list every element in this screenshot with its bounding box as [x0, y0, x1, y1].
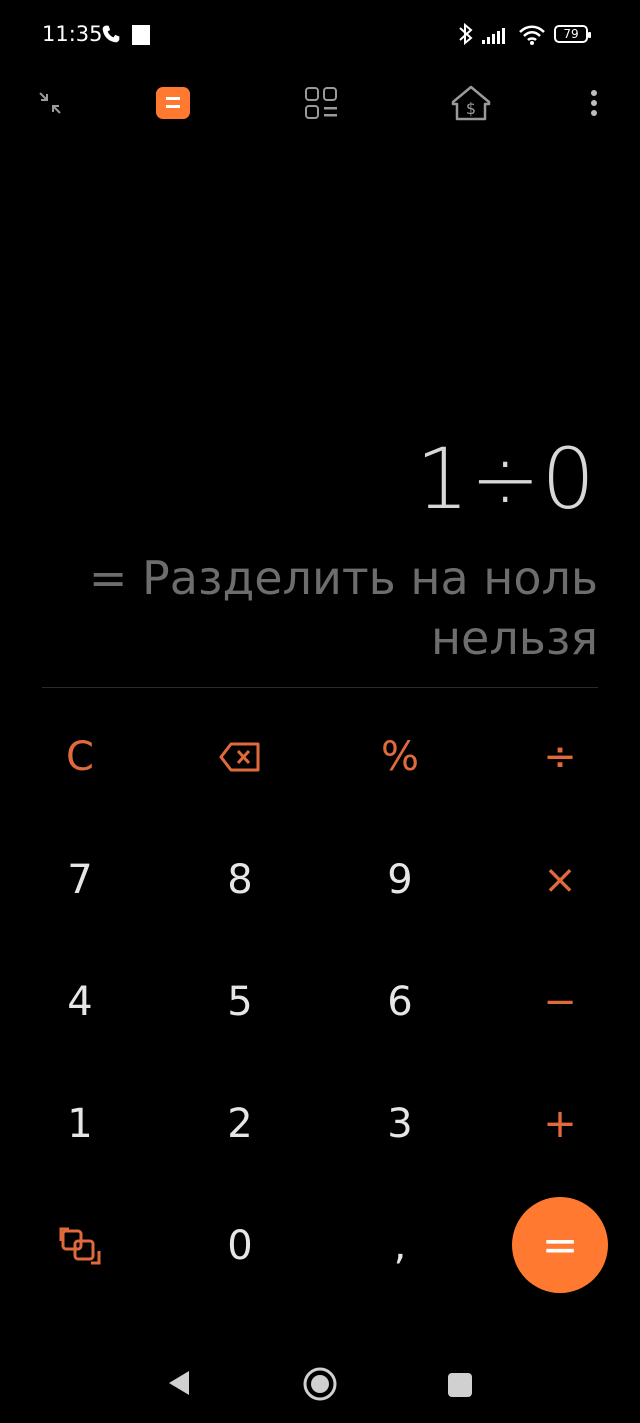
home-circle-icon [303, 1367, 337, 1401]
equals-label: = [541, 1219, 579, 1271]
divide-button[interactable]: ÷ [500, 702, 620, 812]
digit-1-button[interactable]: 1 [20, 1069, 140, 1179]
navigation-bar [0, 1350, 640, 1420]
digit-3-button[interactable]: 3 [340, 1069, 460, 1179]
recents-square-icon [448, 1373, 472, 1397]
collapse-button[interactable] [25, 78, 75, 128]
calculator-mode-button[interactable] [148, 78, 198, 128]
converter-mode-button[interactable] [297, 78, 347, 128]
swap-squares-icon [59, 1227, 101, 1265]
wifi-icon [519, 25, 545, 45]
status-bar: 11:35 79 [0, 0, 640, 70]
digit-2-button[interactable]: 2 [180, 1069, 300, 1179]
back-triangle-icon [169, 1371, 189, 1395]
more-options-button[interactable] [569, 78, 619, 128]
more-vertical-icon [591, 90, 597, 116]
notification-icon [132, 25, 150, 45]
divider [42, 687, 598, 688]
digit-0-button[interactable]: 0 [180, 1191, 300, 1301]
recents-button[interactable] [447, 1372, 473, 1398]
minus-button[interactable]: − [500, 947, 620, 1057]
digit-8-button[interactable]: 8 [180, 825, 300, 935]
toolbar: $ [0, 78, 640, 128]
equals-button[interactable]: = [512, 1197, 608, 1293]
house-dollar-icon: $ [451, 85, 491, 121]
expression-display: 1÷0 [415, 430, 596, 528]
calculator-icon [156, 87, 190, 119]
mortgage-mode-button[interactable]: $ [446, 78, 496, 128]
percent-button[interactable]: % [340, 702, 460, 812]
bluetooth-icon [459, 22, 473, 46]
battery-indicator: 79 [554, 25, 591, 43]
status-time: 11:35 [42, 22, 103, 46]
clear-button[interactable]: C [20, 702, 140, 812]
plus-button[interactable]: + [500, 1069, 620, 1179]
digit-7-button[interactable]: 7 [20, 825, 140, 935]
backspace-icon [219, 742, 260, 772]
svg-text:$: $ [466, 99, 476, 118]
signal-icon [482, 28, 505, 44]
switch-mode-button[interactable] [20, 1191, 140, 1301]
backspace-button[interactable] [180, 702, 300, 812]
collapse-arrows-icon [39, 92, 61, 114]
multiply-button[interactable]: × [500, 825, 620, 935]
digit-4-button[interactable]: 4 [20, 947, 140, 1057]
home-button[interactable] [302, 1366, 338, 1402]
digit-6-button[interactable]: 6 [340, 947, 460, 1057]
grid-icon [305, 87, 337, 119]
digit-5-button[interactable]: 5 [180, 947, 300, 1057]
digit-9-button[interactable]: 9 [340, 825, 460, 935]
comma-button[interactable]: , [340, 1191, 460, 1301]
result-display: = Разделить на ноль нельзя [88, 551, 598, 665]
phone-call-icon [102, 25, 120, 43]
back-button[interactable] [165, 1368, 193, 1398]
